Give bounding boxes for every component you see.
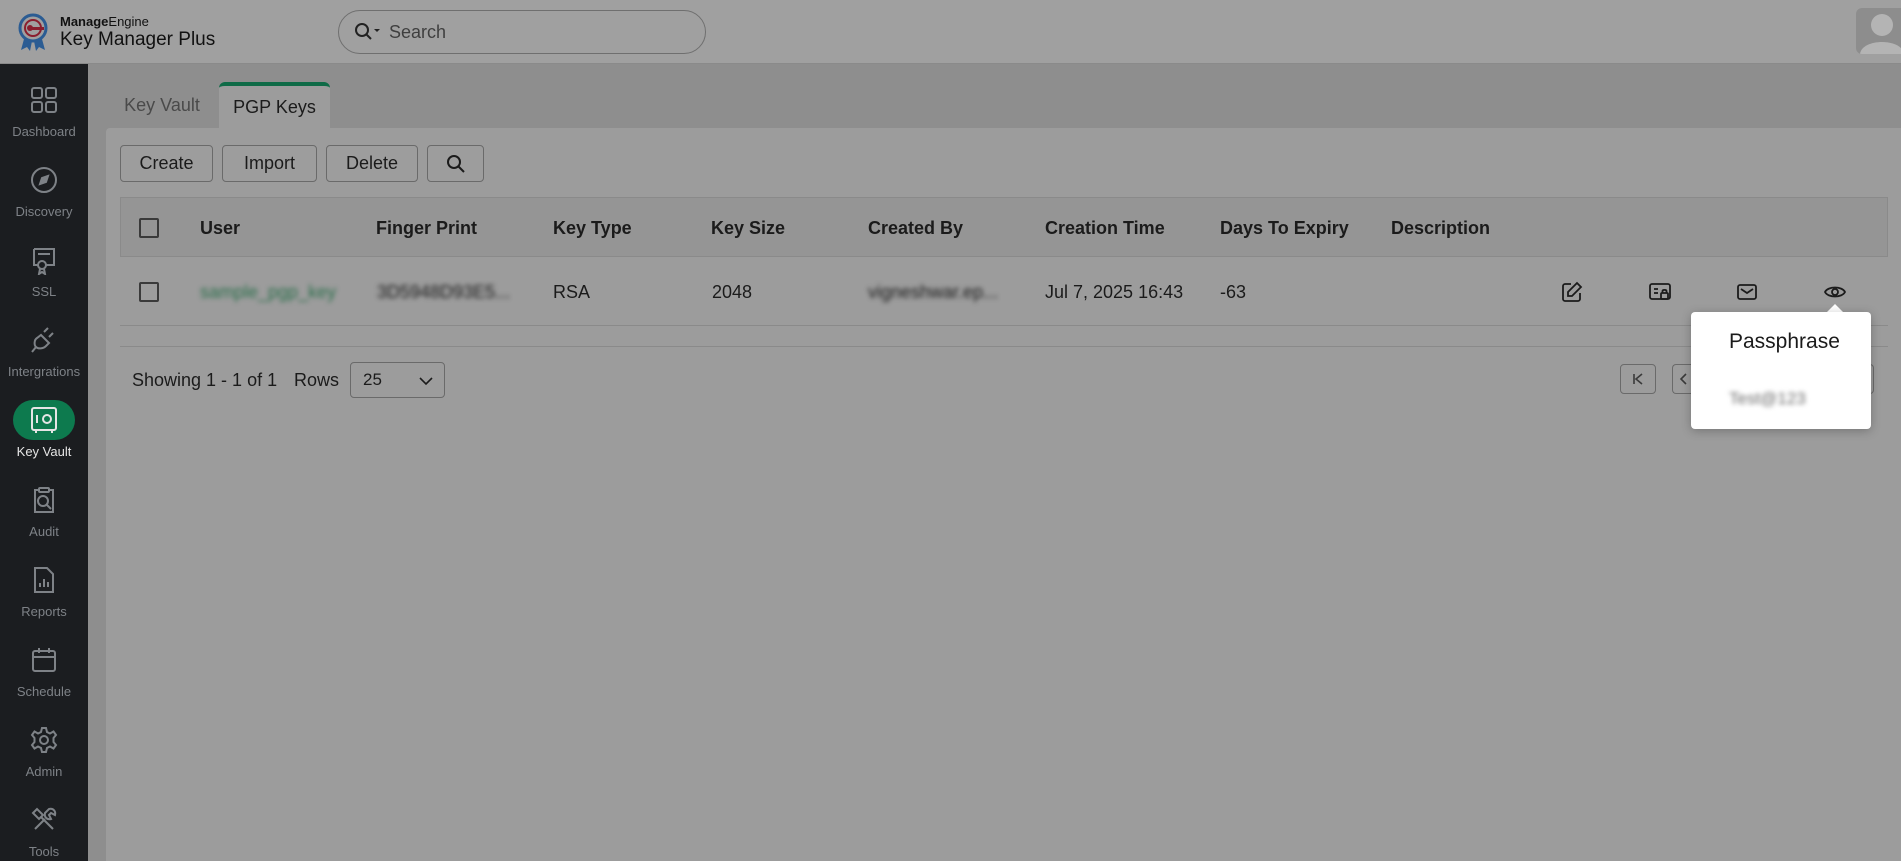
- sidebar: Dashboard Discovery SSL Intergrations Ke…: [0, 64, 88, 861]
- key-size-cell: 2048: [712, 281, 753, 302]
- created-by-cell: vigneshwar.ep...: [868, 281, 999, 302]
- view-passphrase-icon[interactable]: [1823, 280, 1847, 304]
- email-icon[interactable]: [1735, 280, 1759, 304]
- column-header-creation-time[interactable]: Creation Time: [1045, 198, 1165, 258]
- column-header-days-to-expiry[interactable]: Days To Expiry: [1220, 198, 1349, 258]
- rows-label: Rows: [294, 369, 340, 390]
- sidebar-item-audit[interactable]: Audit: [0, 472, 88, 552]
- calendar-icon: [13, 640, 75, 680]
- sidebar-item-integrations[interactable]: Intergrations: [0, 312, 88, 392]
- passphrase-title: Passphrase: [1729, 330, 1840, 353]
- sidebar-label-schedule: Schedule: [16, 684, 72, 699]
- first-page-icon: [1633, 373, 1643, 385]
- brand-name: ManageEngine: [60, 14, 149, 29]
- sidebar-item-schedule[interactable]: Schedule: [0, 632, 88, 712]
- search-icon: [446, 154, 465, 173]
- column-header-user[interactable]: User: [200, 198, 240, 258]
- passphrase-value[interactable]: Test@123: [1729, 389, 1806, 409]
- sidebar-label-audit: Audit: [29, 524, 59, 539]
- table-row[interactable]: sample_pgp_key 3D5948D93E5... RSA 2048 v…: [120, 258, 1888, 326]
- sidebar-item-discovery[interactable]: Discovery: [0, 152, 88, 232]
- first-page-button[interactable]: [1620, 364, 1656, 394]
- global-search[interactable]: [338, 10, 706, 54]
- finger-print-cell: 3D5948D93E5...: [377, 281, 511, 302]
- sidebar-item-tools[interactable]: Tools: [0, 792, 88, 861]
- compass-icon: [13, 160, 75, 200]
- plug-icon: [13, 320, 75, 360]
- sidebar-item-admin[interactable]: Admin: [0, 712, 88, 792]
- app-logo[interactable]: ManageEngine Key Manager Plus: [16, 12, 215, 52]
- key-associate-icon[interactable]: [1648, 280, 1672, 304]
- sidebar-label-discovery: Discovery: [15, 204, 73, 219]
- create-button[interactable]: Create: [120, 145, 213, 182]
- sidebar-item-key-vault[interactable]: Key Vault: [0, 392, 88, 472]
- table-divider: [120, 346, 1888, 347]
- column-header-key-size[interactable]: Key Size: [711, 198, 785, 258]
- previous-page-button[interactable]: [1672, 364, 1692, 394]
- avatar[interactable]: [1856, 8, 1901, 54]
- import-button[interactable]: Import: [222, 145, 317, 182]
- column-header-key-type[interactable]: Key Type: [553, 198, 632, 258]
- sidebar-label-tools: Tools: [28, 844, 60, 859]
- column-header-description[interactable]: Description: [1391, 198, 1490, 258]
- sidebar-item-dashboard[interactable]: Dashboard: [0, 72, 88, 152]
- sidebar-item-ssl[interactable]: SSL: [0, 232, 88, 312]
- edit-icon[interactable]: [1560, 280, 1584, 304]
- sidebar-item-reports[interactable]: Reports: [0, 552, 88, 632]
- delete-button[interactable]: Delete: [326, 145, 418, 182]
- sidebar-label-integrations: Intergrations: [7, 364, 81, 379]
- chevron-left-icon: [1679, 373, 1687, 385]
- column-header-finger-print[interactable]: Finger Print: [376, 198, 477, 258]
- key-type-cell: RSA: [553, 281, 591, 302]
- rows-per-page-select[interactable]: 25: [350, 362, 445, 398]
- tab-key-vault[interactable]: Key Vault: [110, 82, 214, 128]
- chevron-down-icon: [419, 377, 433, 386]
- row-checkbox[interactable]: [139, 282, 159, 302]
- tab-pgp-keys[interactable]: PGP Keys: [219, 82, 330, 128]
- product-name: Key Manager Plus: [60, 29, 216, 50]
- sidebar-label-ssl: SSL: [31, 284, 57, 299]
- sidebar-label-reports: Reports: [21, 604, 67, 619]
- dashboard-icon: [13, 80, 75, 120]
- sidebar-label-key-vault: Key Vault: [16, 444, 72, 459]
- top-header: ManageEngine Key Manager Plus: [0, 0, 1901, 64]
- column-header-created-by[interactable]: Created By: [868, 198, 963, 258]
- tools-icon: [13, 800, 75, 840]
- select-all-checkbox[interactable]: [139, 218, 159, 238]
- search-input[interactable]: [389, 21, 689, 43]
- pagination-summary: Showing 1 - 1 of 1: [132, 369, 278, 390]
- sidebar-label-dashboard: Dashboard: [12, 124, 76, 139]
- search-icon[interactable]: [353, 21, 383, 43]
- user-avatar-icon: [1860, 14, 1901, 54]
- days-to-expiry-cell: -63: [1220, 281, 1247, 302]
- logo-icon: [18, 13, 48, 51]
- table-search-button[interactable]: [427, 145, 484, 182]
- rows-per-page-value: 25: [363, 370, 382, 389]
- sidebar-label-admin: Admin: [25, 764, 63, 779]
- reports-icon: [13, 560, 75, 600]
- audit-icon: [13, 480, 75, 520]
- passphrase-popup: Passphrase Test@123: [1691, 312, 1871, 429]
- creation-time-cell: Jul 7, 2025 16:43: [1045, 281, 1184, 302]
- user-link[interactable]: sample_pgp_key: [200, 258, 336, 326]
- gear-icon: [13, 720, 75, 760]
- table-header: User Finger Print Key Type Key Size Crea…: [120, 197, 1888, 257]
- certificate-icon: [13, 240, 75, 280]
- vault-icon: [13, 400, 75, 440]
